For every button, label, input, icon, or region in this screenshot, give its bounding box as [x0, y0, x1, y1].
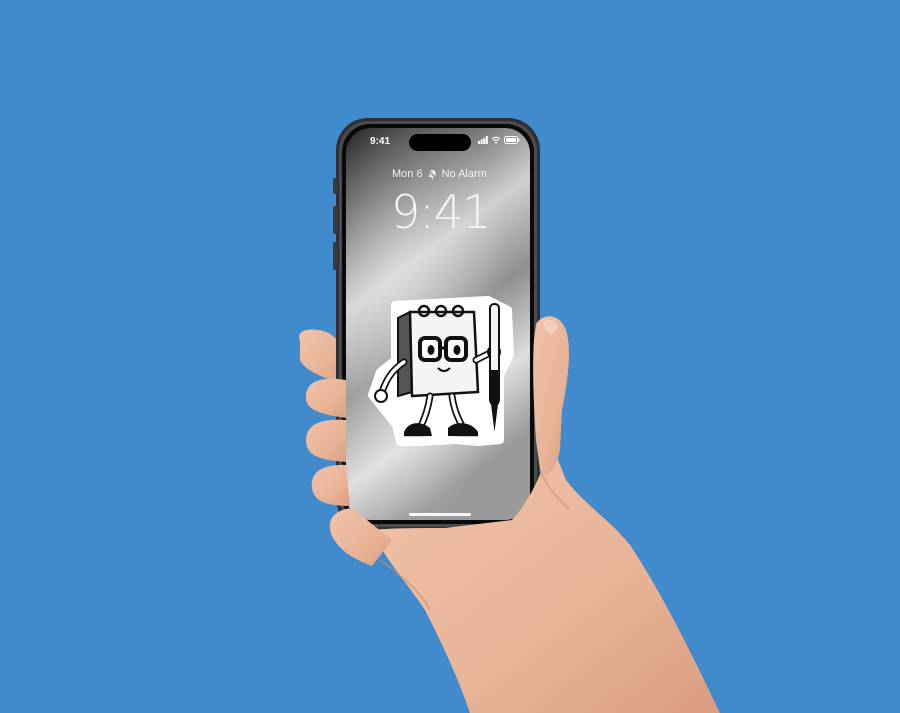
notepad-mascot-sticker — [368, 296, 514, 446]
bell-slash-icon — [427, 168, 438, 180]
lock-clock: 9:41 — [391, 185, 491, 239]
status-time: 9:41 — [370, 136, 391, 147]
battery-icon — [504, 136, 520, 144]
signal-icon — [478, 136, 488, 144]
status-icons — [478, 136, 520, 144]
wifi-icon — [491, 136, 501, 144]
date-label: Mon 6 — [392, 168, 423, 180]
alarm-label: No Alarm — [441, 168, 487, 180]
dynamic-island — [409, 134, 471, 151]
scene-art — [299, 118, 720, 713]
scene: 9:41 Mon 6 No Alarm 9:41 — [0, 0, 900, 713]
home-indicator — [409, 513, 471, 516]
